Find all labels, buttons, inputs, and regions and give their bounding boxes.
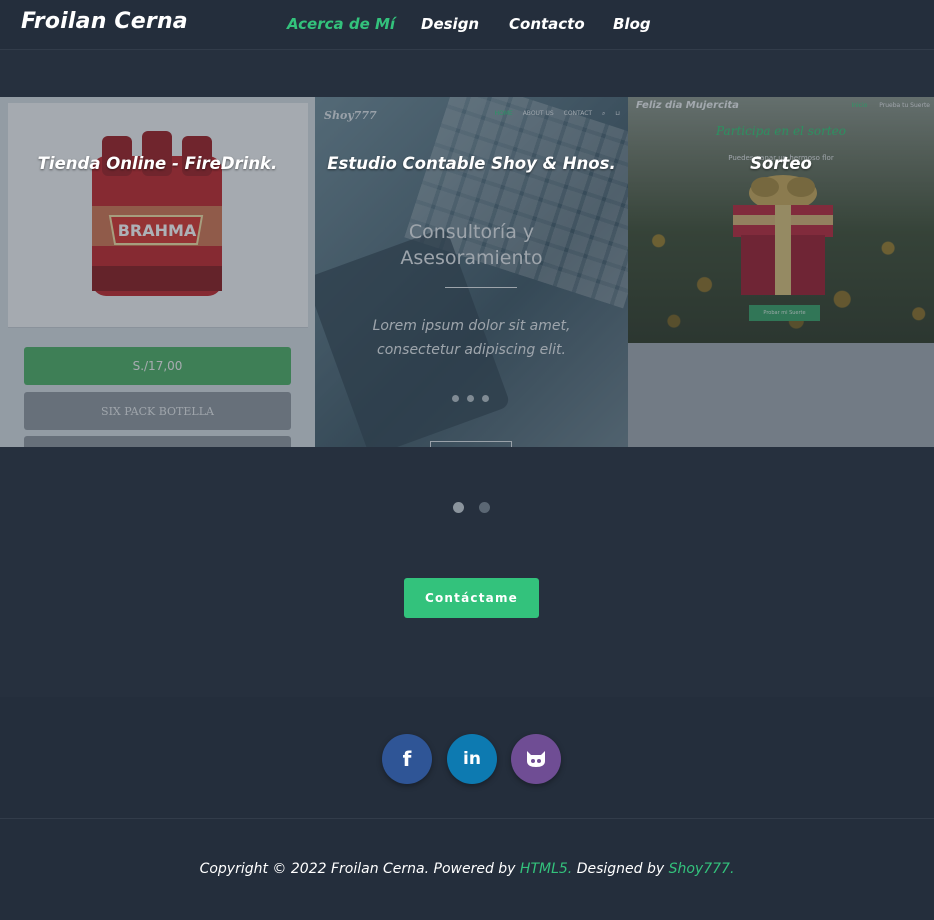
footer: [0, 697, 934, 920]
portfolio-tile-estudio-contable[interactable]: Shoy777 HOME ABOUT US CONTACT ⌕ ⊔ Consul…: [315, 97, 628, 447]
nav-contact[interactable]: Contacto: [509, 15, 585, 33]
facebook-link[interactable]: f: [382, 734, 432, 784]
html5-link[interactable]: HTML5.: [520, 861, 572, 877]
linkedin-icon: in: [463, 749, 481, 769]
nav-blog[interactable]: Blog: [613, 15, 651, 33]
contact-me-button[interactable]: Contáctame: [404, 578, 539, 618]
nav-design[interactable]: Design: [421, 15, 479, 33]
designer-link[interactable]: Shoy777.: [669, 861, 735, 877]
portfolio-tile-firedrink[interactable]: BRAHMA S./17,00 SIX PACK BOTELLA Tienda …: [0, 97, 315, 447]
linkedin-link[interactable]: in: [447, 734, 497, 784]
site-header: Froilan Cerna Acerca de Mí Design Contac…: [0, 0, 934, 50]
tile-overlay: [628, 97, 934, 447]
facebook-icon: f: [402, 747, 412, 771]
copyright-prefix: Copyright © 2022 Froilan Cerna. Powered …: [199, 861, 520, 877]
brand-logo[interactable]: Froilan Cerna: [21, 9, 188, 34]
footer-divider: [0, 818, 934, 819]
carousel-dot-2[interactable]: [479, 502, 490, 513]
tile-title: Estudio Contable Shoy & Hnos.: [327, 154, 616, 173]
tile-title: Tienda Online - FireDrink.: [37, 154, 278, 173]
nav-about[interactable]: Acerca de Mí: [287, 15, 395, 33]
portfolio-tile-sorteo[interactable]: Feliz dia Mujercita Inicio Prueba tu Sue…: [628, 97, 934, 447]
tile-overlay: [315, 97, 628, 447]
tile-title: Sorteo: [750, 154, 812, 173]
tile-overlay: [0, 97, 315, 447]
carousel-dot-1[interactable]: [453, 502, 464, 513]
github-link[interactable]: [511, 734, 561, 784]
github-icon: [527, 751, 545, 767]
portfolio-strip: BRAHMA S./17,00 SIX PACK BOTELLA Tienda …: [0, 97, 934, 447]
copyright-text: Copyright © 2022 Froilan Cerna. Powered …: [0, 861, 934, 877]
copyright-middle: Designed by: [572, 861, 669, 877]
